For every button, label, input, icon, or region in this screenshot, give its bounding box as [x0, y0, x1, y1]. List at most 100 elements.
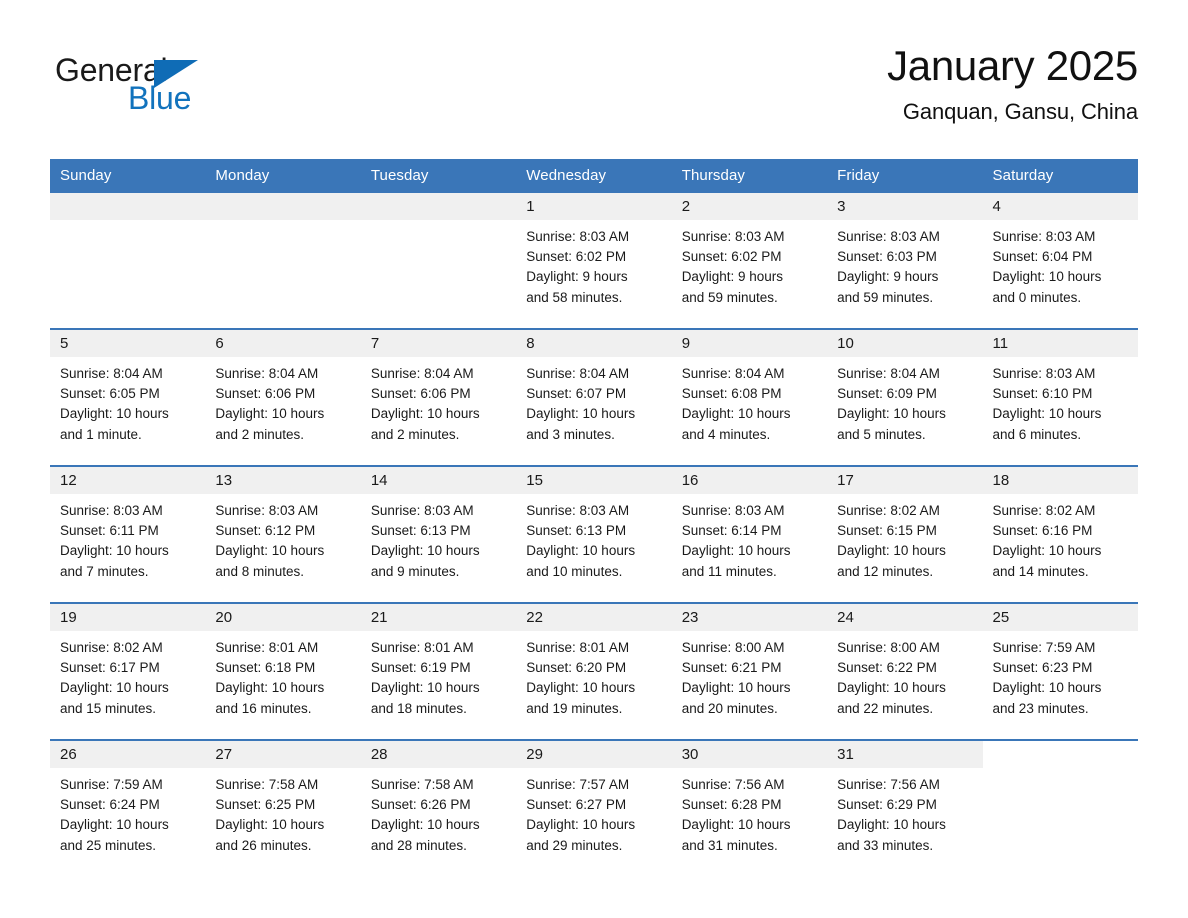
sunset-text: Sunset: 6:04 PM — [992, 249, 1093, 265]
day-cell[interactable]: 11 Sunrise: 8:03 AM Sunset: 6:10 PM Dayligh… — [982, 330, 1138, 463]
day-cell[interactable]: 23 Sunrise: 8:00 AM Sunset: 6:21 PM Dayligh… — [671, 604, 828, 737]
day-cell[interactable]: 20 Sunrise: 8:01 AM Sunset: 6:18 PM Dayligh… — [205, 604, 361, 737]
day-cell[interactable]: 6 Sunrise: 8:04 AM Sunset: 6:06 PM Daylight… — [205, 330, 361, 463]
calendar-cell: 7 Sunrise: 8:04 AM Sunset: 6:06 PM Daylight… — [360, 328, 517, 466]
sunrise-text: Sunrise: 8:03 AM — [215, 503, 319, 518]
day-cell[interactable]: 4 Sunrise: 8:03 AM Sunset: 6:04 PM Daylight… — [982, 193, 1138, 326]
daylight-text-line2: and 58 minutes. — [526, 289, 623, 305]
day-details: Sunrise: 7:57 AM Sunset: 6:27 PM Daylight:… — [516, 768, 671, 856]
day-cell[interactable]: 2 Sunrise: 8:03 AM Sunset: 6:02 PM Daylight… — [671, 193, 828, 326]
day-cell[interactable]: 3 Sunrise: 8:03 AM Sunset: 6:03 PM Daylight… — [827, 193, 983, 326]
day-cell[interactable]: 15 Sunrise: 8:03 AM Sunset: 6:13 PM Dayligh… — [516, 467, 672, 600]
day-number: 19 — [50, 604, 206, 631]
day-number: 16 — [671, 467, 828, 494]
daylight-text-line1: Daylight: 9 hours — [837, 269, 939, 285]
day-cell[interactable]: 27 Sunrise: 7:58 AM Sunset: 6:25 PM Dayligh… — [205, 741, 361, 874]
day-details: Sunrise: 8:03 AM Sunset: 6:13 PM Daylight:… — [516, 494, 671, 582]
day-number: 14 — [360, 467, 517, 494]
sunrise-text: Sunrise: 8:04 AM — [526, 366, 630, 381]
day-cell[interactable]: 18 Sunrise: 8:02 AM Sunset: 6:16 PM Dayligh… — [982, 467, 1138, 600]
calendar-cell: 30 Sunrise: 7:56 AM Sunset: 6:28 PM Dayligh… — [671, 739, 828, 876]
day-cell[interactable]: 14 Sunrise: 8:03 AM Sunset: 6:13 PM Dayligh… — [360, 467, 517, 600]
sunset-text: Sunset: 6:03 PM — [837, 249, 937, 265]
sunset-text: Sunset: 6:11 PM — [60, 523, 159, 539]
day-cell[interactable]: 30 Sunrise: 7:56 AM Sunset: 6:28 PM Dayligh… — [671, 741, 828, 874]
day-cell[interactable]: 21 Sunrise: 8:01 AM Sunset: 6:19 PM Dayligh… — [360, 604, 517, 737]
daylight-text-line2: and 10 minutes. — [526, 563, 623, 579]
day-cell[interactable]: 16 Sunrise: 8:03 AM Sunset: 6:14 PM Dayligh… — [671, 467, 828, 600]
daylight-text-line1: Daylight: 10 hours — [837, 680, 946, 696]
calendar-cell: 18 Sunrise: 8:02 AM Sunset: 6:16 PM Dayligh… — [982, 465, 1138, 603]
day-cell[interactable]: 25 Sunrise: 7:59 AM Sunset: 6:23 PM Dayligh… — [982, 604, 1138, 737]
daylight-text-line2: and 12 minutes. — [837, 563, 934, 579]
sunrise-text: Sunrise: 8:02 AM — [992, 503, 1096, 518]
sunset-text: Sunset: 6:28 PM — [681, 797, 782, 813]
calendar-page: General Blue January 2025 Ganquan, Gansu… — [0, 0, 1188, 918]
day-cell[interactable]: 31 Sunrise: 7:56 AM Sunset: 6:29 PM Dayligh… — [827, 741, 983, 874]
calendar-cell — [982, 739, 1138, 876]
calendar-cell: 22 Sunrise: 8:01 AM Sunset: 6:20 PM Dayligh… — [516, 602, 672, 740]
weekday-header-saturday: Saturday — [982, 159, 1138, 193]
sunset-text: Sunset: 6:17 PM — [60, 660, 160, 676]
day-cell[interactable]: 8 Sunrise: 8:04 AM Sunset: 6:07 PM Daylight… — [516, 330, 672, 463]
calendar-cell: 5 Sunrise: 8:04 AM Sunset: 6:05 PM Daylight… — [50, 328, 206, 466]
day-details: Sunrise: 8:03 AM Sunset: 6:04 PM Daylight:… — [983, 220, 1138, 308]
daylight-text-line1: Daylight: 10 hours — [370, 543, 480, 559]
daylight-text-line2: and 0 minutes. — [992, 289, 1082, 305]
day-details: Sunrise: 8:03 AM Sunset: 6:02 PM Daylight:… — [516, 220, 671, 308]
general-blue-logo[interactable]: General Blue — [50, 44, 210, 120]
sunrise-text: Sunrise: 7:59 AM — [60, 777, 163, 792]
day-details: Sunrise: 7:56 AM Sunset: 6:28 PM Daylight:… — [672, 768, 827, 856]
daylight-text-line2: and 29 minutes. — [526, 837, 623, 853]
day-number: 13 — [205, 467, 361, 494]
day-cell[interactable]: 12 Sunrise: 8:03 AM Sunset: 6:11 PM Dayligh… — [50, 467, 206, 600]
day-number: 31 — [827, 741, 983, 768]
daylight-text-line2: and 1 minute. — [60, 426, 142, 442]
sunset-text: Sunset: 6:14 PM — [681, 523, 782, 539]
daylight-text-line1: Daylight: 10 hours — [681, 406, 791, 422]
day-number: 8 — [516, 330, 672, 357]
calendar-cell: 31 Sunrise: 7:56 AM Sunset: 6:29 PM Dayligh… — [827, 739, 983, 876]
day-cell[interactable]: 10 Sunrise: 8:04 AM Sunset: 6:09 PM Dayligh… — [827, 330, 983, 463]
day-number — [982, 741, 1138, 768]
day-cell[interactable]: 22 Sunrise: 8:01 AM Sunset: 6:20 PM Dayligh… — [516, 604, 672, 737]
day-cell[interactable]: 26 Sunrise: 7:59 AM Sunset: 6:24 PM Dayligh… — [50, 741, 206, 874]
day-details: Sunrise: 8:03 AM Sunset: 6:02 PM Daylight:… — [672, 220, 827, 308]
day-cell[interactable]: 5 Sunrise: 8:04 AM Sunset: 6:05 PM Daylight… — [50, 330, 206, 463]
sunset-text: Sunset: 6:06 PM — [215, 386, 316, 402]
day-cell[interactable]: 7 Sunrise: 8:04 AM Sunset: 6:06 PM Daylight… — [360, 330, 517, 463]
daylight-text-line2: and 6 minutes. — [992, 426, 1082, 442]
day-cell[interactable]: 19 Sunrise: 8:02 AM Sunset: 6:17 PM Dayligh… — [50, 604, 206, 737]
day-details: Sunrise: 8:04 AM Sunset: 6:06 PM Daylight:… — [361, 357, 516, 445]
day-details: Sunrise: 7:59 AM Sunset: 6:23 PM Daylight:… — [983, 631, 1138, 719]
day-cell[interactable]: 9 Sunrise: 8:04 AM Sunset: 6:08 PM Daylight… — [671, 330, 828, 463]
daylight-text-line1: Daylight: 9 hours — [681, 269, 783, 285]
calendar-cell: 26 Sunrise: 7:59 AM Sunset: 6:24 PM Dayligh… — [50, 739, 206, 876]
calendar-cell: 2 Sunrise: 8:03 AM Sunset: 6:02 PM Daylight… — [671, 193, 828, 329]
daylight-text-line2: and 23 minutes. — [992, 700, 1089, 716]
day-cell[interactable]: 1 Sunrise: 8:03 AM Sunset: 6:02 PM Daylight… — [516, 193, 672, 326]
day-number: 6 — [205, 330, 361, 357]
daylight-text-line1: Daylight: 10 hours — [370, 680, 480, 696]
day-number: 2 — [671, 193, 828, 220]
sunrise-text: Sunrise: 8:03 AM — [370, 503, 474, 518]
day-cell[interactable]: 24 Sunrise: 8:00 AM Sunset: 6:22 PM Dayligh… — [827, 604, 983, 737]
calendar-cell: 28 Sunrise: 7:58 AM Sunset: 6:26 PM Dayligh… — [360, 739, 517, 876]
day-cell[interactable]: 29 Sunrise: 7:57 AM Sunset: 6:27 PM Dayligh… — [516, 741, 672, 874]
weekday-header-monday: Monday — [205, 159, 361, 193]
day-number: 28 — [360, 741, 517, 768]
calendar-cell: 20 Sunrise: 8:01 AM Sunset: 6:18 PM Dayligh… — [205, 602, 361, 740]
day-cell[interactable]: 17 Sunrise: 8:02 AM Sunset: 6:15 PM Dayligh… — [827, 467, 983, 600]
sunrise-text: Sunrise: 8:04 AM — [681, 366, 785, 381]
day-details: Sunrise: 7:56 AM Sunset: 6:29 PM Daylight:… — [827, 768, 982, 856]
logo-text-blue: Blue — [128, 80, 192, 116]
weekday-header-tuesday: Tuesday — [360, 159, 517, 193]
day-details: Sunrise: 8:04 AM Sunset: 6:05 PM Daylight:… — [50, 357, 205, 445]
day-details: Sunrise: 8:03 AM Sunset: 6:14 PM Daylight:… — [672, 494, 827, 582]
daylight-text-line1: Daylight: 10 hours — [992, 269, 1102, 285]
day-cell[interactable]: 28 Sunrise: 7:58 AM Sunset: 6:26 PM Dayligh… — [360, 741, 517, 874]
daylight-text-line1: Daylight: 10 hours — [215, 406, 325, 422]
day-details: Sunrise: 7:58 AM Sunset: 6:26 PM Daylight:… — [361, 768, 516, 856]
day-number: 5 — [50, 330, 206, 357]
day-cell[interactable]: 13 Sunrise: 8:03 AM Sunset: 6:12 PM Dayligh… — [205, 467, 361, 600]
